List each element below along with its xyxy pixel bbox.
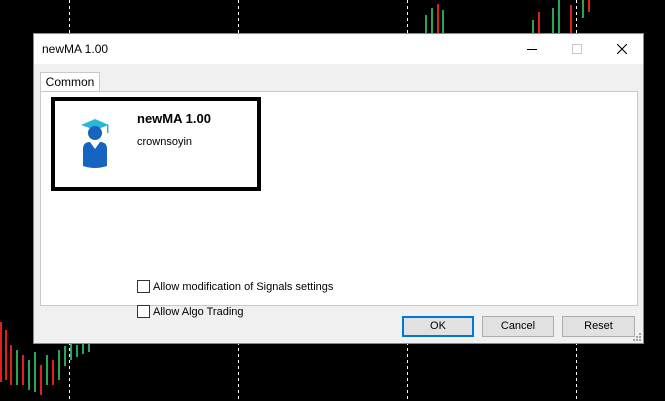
program-name: newMA 1.00 — [137, 111, 211, 126]
common-tab-panel: newMA 1.00 crownsoyin Allow modification… — [40, 91, 638, 318]
algo-trading-checkbox[interactable] — [137, 305, 150, 318]
candles-top-right — [425, 0, 590, 33]
program-author: crownsoyin — [137, 136, 193, 148]
title-bar[interactable]: newMA 1.00 — [34, 34, 643, 64]
signals-checkbox[interactable] — [137, 280, 150, 293]
minimize-icon — [527, 49, 537, 50]
minimize-button[interactable] — [509, 34, 555, 64]
option-allow-algo-trading[interactable]: Allow Algo Trading — [137, 305, 244, 318]
program-info-box: newMA 1.00 crownsoyin — [51, 97, 261, 191]
tab-strip: Common — [39, 70, 638, 92]
resize-grip-icon[interactable] — [631, 331, 641, 341]
graduate-avatar-icon — [81, 119, 109, 168]
ok-button[interactable]: OK — [402, 316, 474, 337]
maximize-icon — [572, 44, 582, 54]
signals-checkbox-label[interactable]: Allow modification of Signals settings — [153, 281, 333, 293]
cancel-button[interactable]: Cancel — [482, 316, 554, 337]
expert-properties-dialog: newMA 1.00 Common newMA 1.00 crownsoyin — [33, 33, 644, 344]
algo-trading-checkbox-label[interactable]: Allow Algo Trading — [153, 306, 244, 318]
window-title: newMA 1.00 — [42, 42, 109, 56]
close-icon — [617, 44, 627, 54]
close-button[interactable] — [599, 34, 645, 64]
option-allow-signals-modification[interactable]: Allow modification of Signals settings — [137, 280, 333, 293]
maximize-button — [554, 34, 600, 64]
reset-button[interactable]: Reset — [562, 316, 635, 337]
tab-common[interactable]: Common — [40, 72, 100, 92]
